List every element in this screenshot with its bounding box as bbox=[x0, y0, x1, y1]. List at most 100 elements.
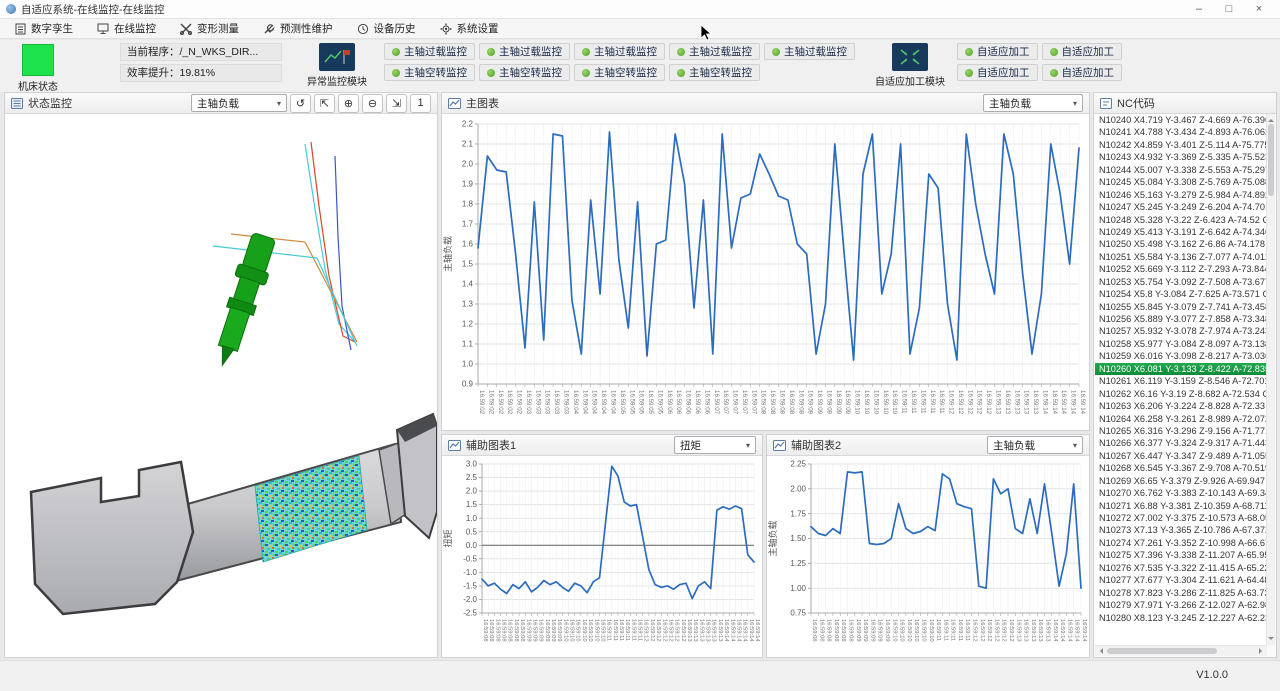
menu-item-predictive[interactable]: 预测性维护 bbox=[254, 20, 342, 37]
scroll-left-icon[interactable] bbox=[1097, 648, 1103, 654]
nc-line[interactable]: N10246 X5.163 Y-3.279 Z-5.984 A-74.892 bbox=[1095, 189, 1267, 201]
nc-line[interactable]: N10249 X5.413 Y-3.191 Z-6.642 A-74.346 bbox=[1095, 226, 1267, 238]
fit-view-button[interactable]: ⇲ bbox=[386, 94, 407, 113]
nc-line[interactable]: N10273 X7.13 Y-3.365 Z-10.786 A-67.372 bbox=[1095, 524, 1267, 536]
nc-line[interactable]: N10271 X6.88 Y-3.381 Z-10.359 A-68.711 bbox=[1095, 500, 1267, 512]
spindle-idle-monitor-button[interactable]: 主轴空转监控 bbox=[669, 64, 760, 81]
svg-text:16:59:05: 16:59:05 bbox=[656, 390, 663, 415]
nc-line[interactable]: N10241 X4.788 Y-3.434 Z-4.893 A-76.062 bbox=[1095, 126, 1267, 138]
menu-item-settings[interactable]: 系统设置 bbox=[431, 20, 508, 37]
signal-selector-dropdown[interactable]: 主轴负载 bbox=[191, 94, 287, 112]
main-chart: 0.91.01.11.21.31.41.51.61.71.81.92.02.12… bbox=[442, 114, 1089, 430]
spindle-idle-monitor-button[interactable]: 主轴空转监控 bbox=[479, 64, 570, 81]
svg-text:2.0: 2.0 bbox=[462, 160, 474, 169]
nc-line[interactable]: N10247 X5.245 Y-3.249 Z-6.204 A-74.701 bbox=[1095, 201, 1267, 213]
svg-text:16:59:12: 16:59:12 bbox=[668, 619, 674, 642]
nc-line[interactable]: N10267 X6.447 Y-3.347 Z-9.489 A-71.055 bbox=[1095, 450, 1267, 462]
menu-item-deformation[interactable]: 变形测量 bbox=[171, 20, 248, 37]
3d-viewport[interactable] bbox=[5, 114, 437, 657]
menu-item-digital-twin[interactable]: 数字孪生 bbox=[6, 20, 82, 37]
nc-line[interactable]: N10252 X5.669 Y-3.112 Z-7.293 A-73.844 bbox=[1095, 263, 1267, 275]
nc-line[interactable]: N10254 X5.8 Y-3.084 Z-7.625 A-73.571 C bbox=[1095, 288, 1267, 300]
nc-line[interactable]: N10251 X5.584 Y-3.136 Z-7.077 A-74.012 bbox=[1095, 251, 1267, 263]
spindle-idle-monitor-button[interactable]: 主轴空转监控 bbox=[574, 64, 665, 81]
nc-line[interactable]: N10256 X5.889 Y-3.077 Z-7.858 A-73.348 bbox=[1095, 313, 1267, 325]
svg-text:16:59:14: 16:59:14 bbox=[1074, 619, 1080, 642]
scroll-down-icon[interactable] bbox=[1268, 637, 1274, 643]
maximize-button[interactable]: □ bbox=[1214, 0, 1244, 18]
nc-line[interactable]: N10275 X7.396 Y-3.338 Z-11.207 A-65.95 bbox=[1095, 549, 1267, 561]
adaptive-machining-button[interactable]: 自适应加工 bbox=[1042, 43, 1123, 60]
menu-item-online-monitor[interactable]: 在线监控 bbox=[88, 20, 165, 37]
zoom-in-button[interactable]: ⊕ bbox=[338, 94, 359, 113]
pan-button[interactable]: ⇱ bbox=[314, 94, 335, 113]
nc-line[interactable]: N10253 X5.754 Y-3.092 Z-7.508 A-73.677 bbox=[1095, 276, 1267, 288]
spindle-overload-monitor-button[interactable]: 主轴过载监控 bbox=[764, 43, 855, 60]
nc-line[interactable]: N10257 X5.932 Y-3.078 Z-7.974 A-73.243 bbox=[1095, 325, 1267, 337]
spindle-overload-monitor-button[interactable]: 主轴过载监控 bbox=[574, 43, 665, 60]
spindle-idle-monitor-button[interactable]: 主轴空转监控 bbox=[384, 64, 475, 81]
adaptive-machining-button[interactable]: 自适应加工 bbox=[1042, 64, 1123, 81]
nc-line[interactable]: N10280 X8.123 Y-3.245 Z-12.227 A-62.23 bbox=[1095, 612, 1267, 624]
nc-line[interactable]: N10262 X6.16 Y-3.19 Z-8.682 A-72.534 C bbox=[1095, 388, 1267, 400]
close-button[interactable]: × bbox=[1244, 0, 1274, 18]
scroll-right-icon[interactable] bbox=[1259, 648, 1265, 654]
svg-text:16:59:02: 16:59:02 bbox=[497, 390, 504, 415]
spindle-overload-monitor-button[interactable]: 主轴过载监控 bbox=[384, 43, 475, 60]
nc-line[interactable]: N10270 X6.762 Y-3.383 Z-10.143 A-69.34 bbox=[1095, 487, 1267, 499]
svg-text:1.5: 1.5 bbox=[462, 260, 474, 269]
version-label: V1.0.0 bbox=[1196, 669, 1228, 681]
code-icon bbox=[1100, 98, 1112, 109]
nc-line[interactable]: N10278 X7.823 Y-3.286 Z-11.825 A-63.73 bbox=[1095, 587, 1267, 599]
aux1-selector-dropdown[interactable]: 扭矩 bbox=[674, 436, 756, 454]
nc-line[interactable]: N10265 X6.316 Y-3.296 Z-9.156 A-71.771 bbox=[1095, 425, 1267, 437]
svg-text:1.8: 1.8 bbox=[462, 200, 474, 209]
nc-line[interactable]: N10243 X4.932 Y-3.369 Z-5.335 A-75.523 bbox=[1095, 151, 1267, 163]
spindle-overload-monitor-button[interactable]: 主轴过载监控 bbox=[669, 43, 760, 60]
vertical-scroll-thumb[interactable] bbox=[1268, 124, 1274, 196]
nc-line[interactable]: N10244 X5.007 Y-3.338 Z-5.553 A-75.297 bbox=[1095, 164, 1267, 176]
nc-line[interactable]: N10266 X6.377 Y-3.324 Z-9.317 A-71.443 bbox=[1095, 437, 1267, 449]
nc-line[interactable]: N10245 X5.084 Y-3.308 Z-5.769 A-75.088 bbox=[1095, 176, 1267, 188]
horizontal-scroll-thumb[interactable] bbox=[1107, 648, 1217, 654]
nc-line[interactable]: N10277 X7.677 Y-3.304 Z-11.621 A-64.48 bbox=[1095, 574, 1267, 586]
nc-line[interactable]: N10268 X6.545 Y-3.367 Z-9.708 A-70.519 bbox=[1095, 462, 1267, 474]
svg-text:16:59:13: 16:59:13 bbox=[995, 390, 1002, 415]
spindle-overload-monitor-button[interactable]: 主轴过载监控 bbox=[479, 43, 570, 60]
nc-line[interactable]: N10279 X7.971 Y-3.266 Z-12.027 A-62.98 bbox=[1095, 599, 1267, 611]
nc-line[interactable]: N10255 X5.845 Y-3.079 Z-7.741 A-73.458 bbox=[1095, 301, 1267, 313]
aux1-title: 辅助图表1 bbox=[466, 437, 516, 453]
nc-line[interactable]: N10274 X7.261 Y-3.352 Z-10.998 A-66.67 bbox=[1095, 537, 1267, 549]
nc-vertical-scrollbar[interactable] bbox=[1266, 114, 1275, 645]
main-chart-selector-dropdown[interactable]: 主轴负载 bbox=[983, 94, 1083, 112]
svg-text:16:59:08: 16:59:08 bbox=[519, 619, 525, 642]
svg-text:16:59:11: 16:59:11 bbox=[606, 619, 612, 641]
aux2-title: 辅助图表2 bbox=[791, 437, 841, 453]
zoom-level-button[interactable]: 1 bbox=[410, 94, 431, 113]
nc-line[interactable]: N10258 X5.977 Y-3.084 Z-8.097 A-73.138 bbox=[1095, 338, 1267, 350]
status-monitor-panel: 状态监控 主轴负载 ↺⇱⊕⊖⇲ 1 bbox=[4, 92, 438, 658]
nc-line[interactable]: N10250 X5.498 Y-3.162 Z-6.86 A-74.178 C bbox=[1095, 238, 1267, 250]
nc-line[interactable]: N10260 X6.081 Y-3.133 Z-8.422 A-72.835 bbox=[1095, 363, 1267, 375]
aux2-selector-dropdown[interactable]: 主轴负载 bbox=[987, 436, 1083, 454]
zoom-out-button[interactable]: ⊖ bbox=[362, 94, 383, 113]
menu-item-history[interactable]: 设备历史 bbox=[348, 20, 425, 37]
scroll-up-icon[interactable] bbox=[1268, 116, 1274, 122]
nc-line[interactable]: N10264 X6.258 Y-3.261 Z-8.989 A-72.072 bbox=[1095, 413, 1267, 425]
nc-line[interactable]: N10261 X6.119 Y-3.159 Z-8.546 A-72.701 bbox=[1095, 375, 1267, 387]
adaptive-machining-button[interactable]: 自适应加工 bbox=[957, 43, 1038, 60]
nc-line[interactable]: N10240 X4.719 Y-3.467 Z-4.669 A-76.396 bbox=[1095, 114, 1267, 126]
nc-code-list: N10240 X4.719 Y-3.467 Z-4.669 A-76.396N1… bbox=[1095, 114, 1267, 645]
orbit-button[interactable]: ↺ bbox=[290, 94, 311, 113]
minimize-button[interactable]: – bbox=[1184, 0, 1214, 18]
svg-text:16:59:12: 16:59:12 bbox=[948, 390, 955, 415]
nc-line[interactable]: N10242 X4.859 Y-3.401 Z-5.114 A-75.775 bbox=[1095, 139, 1267, 151]
nc-line[interactable]: N10276 X7.535 Y-3.322 Z-11.415 A-65.22 bbox=[1095, 562, 1267, 574]
nc-line[interactable]: N10269 X6.65 Y-3.379 Z-9.926 A-69.947 C bbox=[1095, 475, 1267, 487]
adaptive-machining-button[interactable]: 自适应加工 bbox=[957, 64, 1038, 81]
nc-horizontal-scrollbar[interactable] bbox=[1095, 645, 1267, 656]
nc-line[interactable]: N10248 X5.328 Y-3.22 Z-6.423 A-74.52 C bbox=[1095, 214, 1267, 226]
nc-line[interactable]: N10259 X6.016 Y-3.098 Z-8.217 A-73.036 bbox=[1095, 350, 1267, 362]
nc-line[interactable]: N10272 X7.002 Y-3.375 Z-10.573 A-68.05 bbox=[1095, 512, 1267, 524]
nc-line[interactable]: N10263 X6.206 Y-3.224 Z-8.828 A-72.33 C bbox=[1095, 400, 1267, 412]
